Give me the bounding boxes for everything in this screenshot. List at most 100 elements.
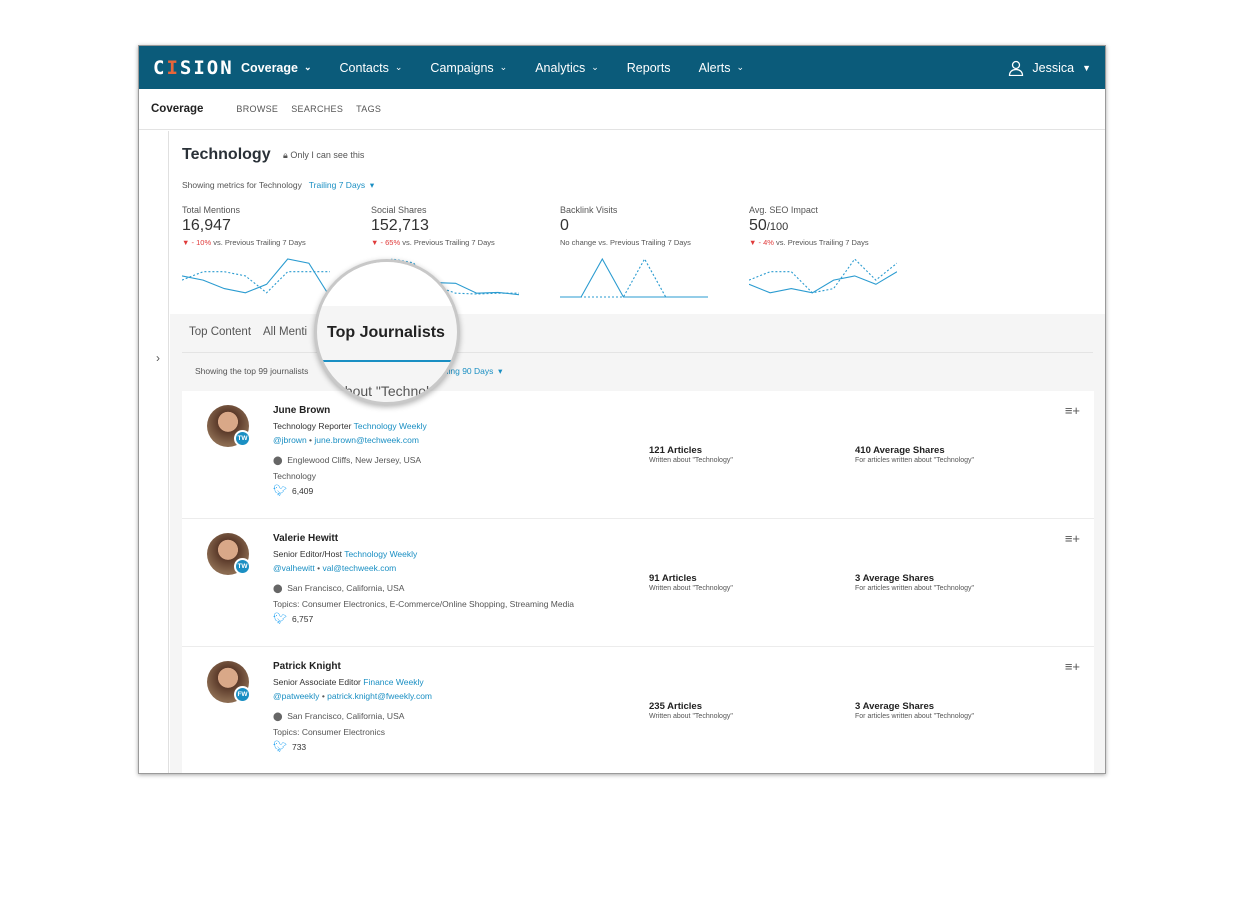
email-link[interactable]: patrick.knight@fweekly.com <box>327 691 432 701</box>
twitter-followers: 6,409 <box>291 485 314 496</box>
change-value: - 10% <box>191 238 212 247</box>
metric-card: Total Mentions 16,947 ▼ - 10% vs. Previo… <box>182 205 362 247</box>
top-nav: CISION Coverage ⌄ Contacts ⌄ Campaigns ⌄ Analy… <box>139 46 1105 89</box>
journalist-name[interactable]: Valerie Hewitt <box>273 532 574 547</box>
add-to-list-icon[interactable]: ≡+ <box>1065 531 1080 546</box>
nav-analytics[interactable]: Analytics ⌄ <box>535 61 599 75</box>
outlet-link[interactable]: Technology Weekly <box>354 421 427 431</box>
twitter-handle-link[interactable]: @valhewitt <box>273 563 315 573</box>
tab-top-journalists[interactable]: Top Journalists <box>327 324 445 342</box>
metric-change: ▼ - 10% vs. Previous Trailing 7 Days <box>182 238 362 247</box>
chevron-down-icon: ⌄ <box>394 62 403 72</box>
journalist-name[interactable]: Patrick Knight <box>273 660 432 675</box>
chevron-down-icon: ⌄ <box>591 62 599 72</box>
nav-contacts[interactable]: Contacts ⌄ <box>340 61 403 75</box>
metric-value: 152,713 <box>371 217 551 235</box>
magnifier-lens: Top Journalists about "Technolo <box>314 259 460 405</box>
user-menu[interactable]: Jessica ▼ <box>1008 46 1091 89</box>
lock-icon: 🔒︎ <box>283 150 288 160</box>
tab-all-mentions[interactable]: All Menti <box>263 326 307 338</box>
shares-note: For articles written about "Technology" <box>855 713 974 720</box>
journalist-role: Technology Reporter <box>273 420 352 431</box>
location: San Francisco, California, USA <box>287 710 405 721</box>
journalist-card: TW Valerie Hewitt Senior Editor/Host Tec… <box>182 519 1094 647</box>
metric-change: No change vs. Previous Trailing 7 Days <box>560 238 740 247</box>
shares-count: 3 Average Shares <box>855 573 935 584</box>
journalist-role: Senior Editor/Host <box>273 548 342 559</box>
sparkline-previous <box>749 258 897 294</box>
nav-reports[interactable]: Reports <box>627 61 671 75</box>
sparkline-current <box>182 258 330 298</box>
user-icon <box>1009 60 1024 76</box>
add-to-list-icon[interactable]: ≡+ <box>1065 403 1080 418</box>
metric-value: 0 <box>560 217 740 235</box>
magnified-about-text: about "Technolo <box>337 383 437 399</box>
articles-note: Written about "Technology" <box>649 457 733 464</box>
nav-alerts[interactable]: Alerts ⌄ <box>699 61 745 75</box>
location: Englewood Cliffs, New Jersey, USA <box>287 454 422 465</box>
expand-sidebar-icon[interactable]: › <box>156 351 160 365</box>
articles-stat: 235 Articles Written about "Technology" <box>649 701 733 720</box>
metric-value: 50/100 <box>749 217 929 235</box>
metric-number: 0 <box>560 217 569 234</box>
add-to-list-icon[interactable]: ≡+ <box>1065 659 1080 674</box>
journalist-name[interactable]: June Brown <box>273 404 427 419</box>
sparkline-previous <box>560 257 708 298</box>
articles-stat: 121 Articles Written about "Technology" <box>649 445 733 464</box>
outlet-badge: TW <box>234 430 251 447</box>
sparkline-previous <box>182 271 330 294</box>
location-pin-icon: ⬤ <box>273 582 283 593</box>
sparkline-current <box>749 271 897 294</box>
journalist-card: FW Patrick Knight Senior Associate Edito… <box>182 647 1094 773</box>
change-note: vs. Previous Trailing 7 Days <box>776 238 869 247</box>
subnav-browse[interactable]: BROWSE <box>236 104 278 114</box>
sparkline-chart <box>749 258 897 294</box>
caret-down-icon: ▼ <box>1082 62 1091 73</box>
period-dropdown[interactable]: Trailing 7 Days ▾ <box>309 180 374 190</box>
articles-count: 235 Articles <box>649 701 702 712</box>
metric-label: Social Shares <box>371 205 427 215</box>
outlet-badge: TW <box>234 558 251 575</box>
page-title: Technology <box>182 146 271 163</box>
subnav-title: Coverage <box>151 103 204 115</box>
cision-logo[interactable]: CISION <box>153 57 241 79</box>
outlet-link[interactable]: Technology Weekly <box>344 549 417 559</box>
nav-coverage[interactable]: Coverage ⌄ <box>241 61 312 75</box>
privacy-text: Only I can see this <box>290 150 365 160</box>
location: San Francisco, California, USA <box>287 582 405 593</box>
nav-label: Alerts <box>698 60 731 75</box>
metric-card: Backlink Visits 0 No change vs. Previous… <box>560 205 740 247</box>
nav-label: Contacts <box>339 60 389 75</box>
sparkline-chart <box>182 258 330 298</box>
journalists-showing: Showing the top 99 journalists <box>195 366 309 376</box>
shares-note: For articles written about "Technology" <box>855 585 974 592</box>
metric-number: 152,713 <box>371 217 429 234</box>
twitter-handle-link[interactable]: @patweekly <box>273 691 319 701</box>
change-value: No change <box>560 238 597 247</box>
shares-note: For articles written about "Technology" <box>855 457 974 464</box>
twitter-followers: 733 <box>291 741 307 752</box>
subnav-searches[interactable]: SEARCHES <box>291 104 343 114</box>
metric-label: Total Mentions <box>182 205 241 215</box>
twitter-icon: 🐦︎ <box>273 740 287 753</box>
subnav-tags[interactable]: TAGS <box>356 104 381 114</box>
location-pin-icon: ⬤ <box>273 454 283 465</box>
down-arrow-icon: ▼ <box>182 238 190 247</box>
email-link[interactable]: june.brown@techweek.com <box>314 435 419 445</box>
outlet-link[interactable]: Finance Weekly <box>363 677 423 687</box>
metric-card: Social Shares 152,713 ▼ - 65% vs. Previo… <box>371 205 551 247</box>
outlet-badge: FW <box>234 686 251 703</box>
journalist-role: Senior Associate Editor <box>273 676 361 687</box>
tab-top-content[interactable]: Top Content <box>189 326 251 338</box>
articles-count: 91 Articles <box>649 573 697 584</box>
twitter-icon: 🐦︎ <box>273 484 287 497</box>
sub-nav: Coverage BROWSE SEARCHES TAGS <box>139 89 1105 130</box>
email-link[interactable]: val@techweek.com <box>322 563 396 573</box>
twitter-handle-link[interactable]: @jbrown <box>273 435 307 445</box>
shares-stat: 410 Average Shares For articles written a… <box>855 445 974 464</box>
location-pin-icon: ⬤ <box>273 710 283 721</box>
nav-campaigns[interactable]: Campaigns ⌄ <box>430 61 507 75</box>
twitter-followers: 6,757 <box>291 613 314 624</box>
articles-note: Written about "Technology" <box>649 585 733 592</box>
articles-note: Written about "Technology" <box>649 713 733 720</box>
